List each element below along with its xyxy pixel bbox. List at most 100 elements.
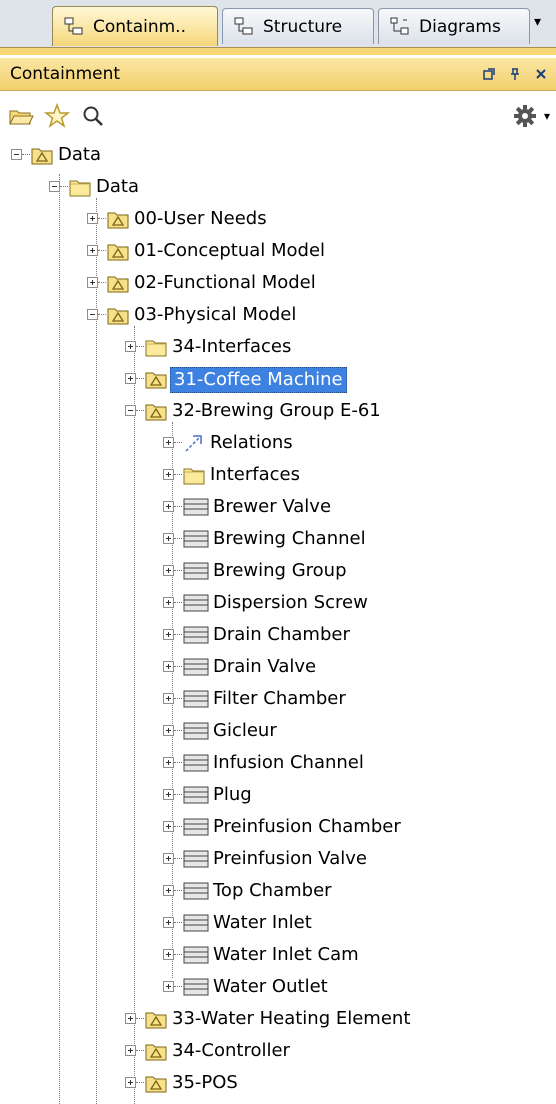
tree-node[interactable]: Brewing Group	[0, 556, 556, 588]
guide-line	[174, 442, 182, 443]
structure-icon	[234, 17, 253, 34]
tree-node[interactable]: 00-User Needs	[0, 204, 556, 236]
guide-line	[136, 1018, 144, 1019]
expand-icon[interactable]	[163, 981, 174, 992]
block-icon	[183, 561, 209, 581]
tree-node[interactable]: Gicleur	[0, 716, 556, 748]
block-icon	[183, 721, 209, 741]
expand-icon[interactable]	[163, 757, 174, 768]
close-icon[interactable]	[530, 63, 552, 85]
tab-diagrams[interactable]: Diagrams	[378, 8, 530, 44]
expand-icon[interactable]	[163, 565, 174, 576]
tree-node[interactable]: 31-Coffee Machine	[0, 364, 556, 396]
tree-node[interactable]: Water Outlet	[0, 972, 556, 1004]
collapse-icon[interactable]	[49, 181, 60, 192]
collapse-icon[interactable]	[87, 309, 98, 320]
tree-node[interactable]: Water Inlet	[0, 908, 556, 940]
guide-line	[98, 282, 106, 283]
search-icon[interactable]	[78, 101, 108, 131]
tree-node-label: Plug	[213, 784, 252, 805]
guide-line	[22, 154, 30, 155]
gear-icon[interactable]	[510, 101, 540, 131]
tree-node-label: Relations	[210, 432, 293, 453]
expand-icon[interactable]	[125, 1013, 136, 1024]
tab-scroll-icon[interactable]: ▾	[534, 14, 541, 30]
tree-node[interactable]: 03-Physical Model	[0, 300, 556, 332]
star-icon[interactable]	[42, 101, 72, 131]
tab-label: Containm..	[93, 16, 186, 37]
tree-node[interactable]: Preinfusion Chamber	[0, 812, 556, 844]
guide-line	[98, 218, 106, 219]
tree-node[interactable]: Dispersion Screw	[0, 588, 556, 620]
tree-node-label: Water Outlet	[213, 976, 328, 997]
tree-node[interactable]: Data	[0, 172, 556, 204]
containment-tree-icon	[64, 17, 83, 34]
expand-icon[interactable]	[87, 213, 98, 224]
expand-icon[interactable]	[163, 725, 174, 736]
tree-node[interactable]: Interfaces	[0, 460, 556, 492]
tree-node[interactable]: Data	[0, 140, 556, 172]
expand-icon[interactable]	[163, 437, 174, 448]
expand-icon[interactable]	[163, 693, 174, 704]
tree-node-label: Infusion Channel	[213, 752, 364, 773]
tab-label: Structure	[263, 16, 343, 37]
expand-icon[interactable]	[163, 821, 174, 832]
tree-node-label: 01-Conceptual Model	[134, 240, 326, 261]
package-icon	[145, 1009, 167, 1029]
tab-structure[interactable]: Structure	[222, 8, 374, 44]
tree-node[interactable]: Drain Valve	[0, 652, 556, 684]
tree-node-label: Preinfusion Chamber	[213, 816, 401, 837]
tree-node[interactable]: 35-POS	[0, 1068, 556, 1100]
tree-node[interactable]: 32-Brewing Group E-61	[0, 396, 556, 428]
folder-icon	[69, 177, 91, 197]
tree-node[interactable]: Plug	[0, 780, 556, 812]
tree-node[interactable]: Brewing Channel	[0, 524, 556, 556]
tree-node[interactable]: 34-Interfaces	[0, 332, 556, 364]
expand-icon[interactable]	[163, 629, 174, 640]
tree-node[interactable]: 02-Functional Model	[0, 268, 556, 300]
expand-icon[interactable]	[163, 853, 174, 864]
tree-node[interactable]: 01-Conceptual Model	[0, 236, 556, 268]
expand-icon[interactable]	[87, 277, 98, 288]
guide-line	[174, 890, 182, 891]
tree-node[interactable]: Top Chamber	[0, 876, 556, 908]
collapse-icon[interactable]	[125, 405, 136, 416]
containment-tree: Data Data 00-User Needs 01-Conceptual Model…	[0, 140, 556, 1104]
expand-icon[interactable]	[125, 373, 136, 384]
open-folder-icon[interactable]	[6, 101, 36, 131]
expand-icon[interactable]	[125, 1077, 136, 1088]
tree-node[interactable]: Filter Chamber	[0, 684, 556, 716]
tree-node-label: Top Chamber	[213, 880, 332, 901]
pin-icon[interactable]	[504, 63, 526, 85]
expand-icon[interactable]	[87, 245, 98, 256]
tree-node[interactable]: 33-Water Heating Element	[0, 1004, 556, 1036]
expand-icon[interactable]	[163, 949, 174, 960]
expand-icon[interactable]	[163, 917, 174, 928]
expand-icon[interactable]	[163, 885, 174, 896]
float-icon[interactable]	[478, 63, 500, 85]
collapse-icon[interactable]	[11, 149, 22, 160]
tree-node[interactable]: Preinfusion Valve	[0, 844, 556, 876]
expand-icon[interactable]	[125, 341, 136, 352]
expand-icon[interactable]	[163, 469, 174, 480]
guide-line	[174, 922, 182, 923]
expand-icon[interactable]	[163, 661, 174, 672]
tree-node-label: Interfaces	[210, 464, 300, 485]
tree-node[interactable]: Drain Chamber	[0, 620, 556, 652]
expand-icon[interactable]	[163, 597, 174, 608]
tree-node[interactable]: Water Inlet Cam	[0, 940, 556, 972]
tree-node[interactable]: 34-Controller	[0, 1036, 556, 1068]
block-icon	[183, 689, 209, 709]
guide-line	[98, 250, 106, 251]
expand-icon[interactable]	[163, 789, 174, 800]
expand-icon[interactable]	[125, 1045, 136, 1056]
guide-line	[98, 314, 106, 315]
expand-icon[interactable]	[163, 533, 174, 544]
tree-node[interactable]: Brewer Valve	[0, 492, 556, 524]
tab-containment[interactable]: Containm..	[52, 6, 218, 46]
tree-node[interactable]: Relations	[0, 428, 556, 460]
tree-node[interactable]: Infusion Channel	[0, 748, 556, 780]
options-dropdown-icon[interactable]: ▾	[544, 109, 550, 123]
tree-node-label: 00-User Needs	[134, 208, 267, 229]
expand-icon[interactable]	[163, 501, 174, 512]
